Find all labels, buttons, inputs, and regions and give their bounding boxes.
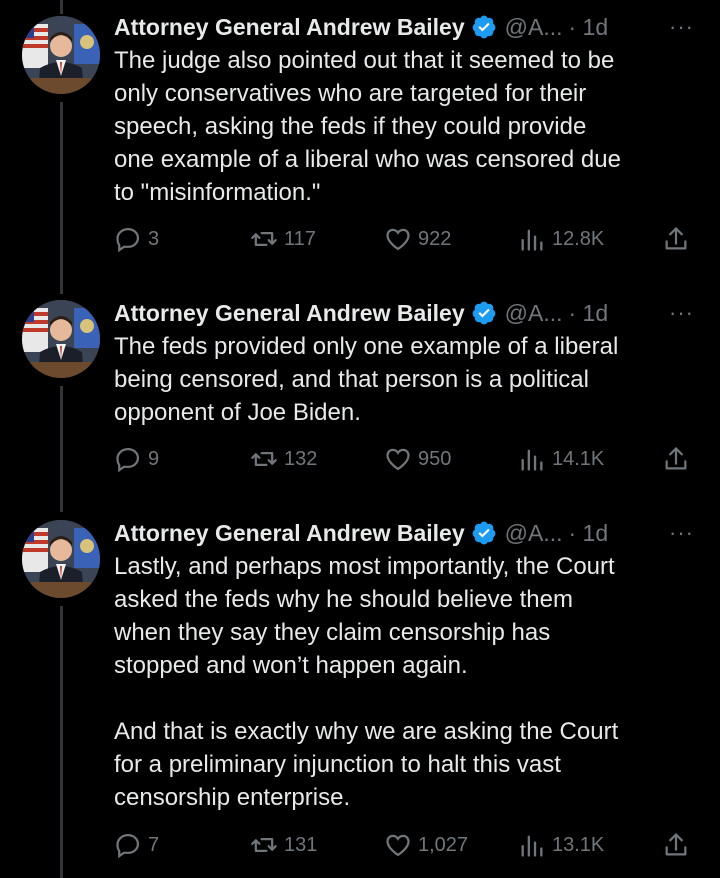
tweet-time[interactable]: · 1d [569,300,609,327]
like-button[interactable]: 950 [384,442,451,476]
views-button[interactable]: 13.1K [518,828,604,862]
author-handle[interactable]: @A... [505,14,563,41]
like-button[interactable]: 1,027 [384,828,468,862]
heart-icon [386,228,410,251]
views-count: 14.1K [552,447,605,470]
avatar[interactable] [22,300,100,378]
like-count: 950 [418,447,452,470]
reply-button[interactable]: 7 [114,828,159,862]
retweet-count: 131 [284,833,318,856]
more-options-icon[interactable]: ··· [669,300,694,326]
views-icon [521,449,543,471]
tweet-text: Lastly, and perhaps most importantly, th… [114,553,619,811]
avatar-image [22,520,100,598]
retweet-icon [251,452,277,466]
avatar[interactable] [22,520,100,598]
share-icon [665,447,687,470]
share-icon [665,227,687,250]
author-name[interactable]: Attorney General Andrew Bailey [114,14,465,41]
tweet-actions: 7 131 1,027 13.1K [114,828,704,862]
tweet[interactable]: Attorney General Andrew Bailey @A... · 1… [0,510,720,878]
verified-badge-icon [471,520,497,546]
avatar[interactable] [22,16,100,94]
retweet-button[interactable]: 132 [250,442,317,476]
retweet-icon [251,232,277,246]
reply-icon [116,227,140,253]
author-name[interactable]: Attorney General Andrew Bailey [114,520,465,547]
reply-count: 3 [148,227,160,250]
share-button[interactable] [662,828,690,862]
share-button[interactable] [662,222,690,256]
verified-badge-icon [471,300,497,326]
reply-icon [116,833,140,859]
more-options-icon[interactable]: ··· [669,14,694,40]
reply-count: 7 [148,833,160,856]
retweet-count: 117 [284,227,316,250]
views-count: 12.8K [552,227,605,250]
thread-feed: Attorney General Andrew Bailey @A... · 1… [0,0,720,878]
retweet-count: 132 [284,447,318,470]
author-handle[interactable]: @A... [505,520,563,547]
share-icon [665,833,687,856]
tweet[interactable]: Attorney General Andrew Bailey @A... · 1… [0,0,720,290]
like-button[interactable]: 922 [384,222,451,256]
share-button[interactable] [662,442,690,476]
more-options-icon[interactable]: ··· [669,520,694,546]
like-count: 922 [418,227,452,250]
reply-icon [116,447,140,473]
tweet-text: The judge also pointed out that it seeme… [114,47,621,206]
views-icon [521,229,543,251]
avatar-image [22,16,100,94]
reply-button[interactable]: 3 [114,222,159,256]
tweet-actions: 3 117 922 12.8K [114,222,704,256]
like-count: 1,027 [418,833,469,856]
heart-icon [386,834,410,857]
views-count: 13.1K [552,833,605,856]
views-button[interactable]: 12.8K [518,222,604,256]
tweet[interactable]: Attorney General Andrew Bailey @A... · 1… [0,290,720,510]
reply-count: 9 [148,447,160,470]
avatar-image [22,300,100,378]
tweet-time[interactable]: · 1d [569,14,609,41]
author-handle[interactable]: @A... [505,300,563,327]
retweet-icon [251,838,277,852]
retweet-button[interactable]: 131 [250,828,317,862]
retweet-button[interactable]: 117 [250,222,316,256]
views-icon [521,835,543,857]
views-button[interactable]: 14.1K [518,442,604,476]
reply-button[interactable]: 9 [114,442,159,476]
verified-badge-icon [471,14,497,40]
tweet-time[interactable]: · 1d [569,520,609,547]
author-name[interactable]: Attorney General Andrew Bailey [114,300,465,327]
tweet-actions: 9 132 950 14.1K [114,442,704,476]
heart-icon [386,448,410,471]
tweet-text: The feds provided only one example of a … [114,333,619,426]
